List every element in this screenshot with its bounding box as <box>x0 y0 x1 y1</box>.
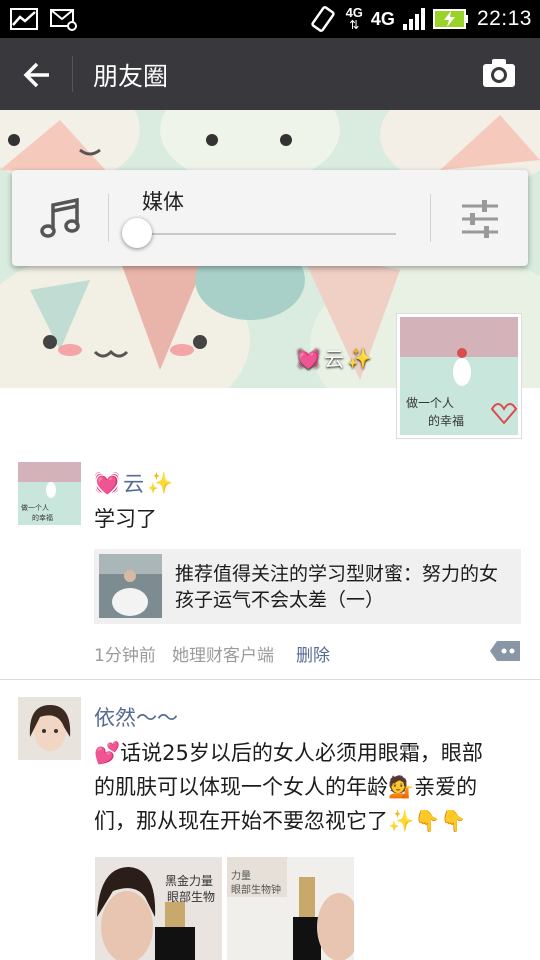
heart-icon: 💓 <box>296 345 322 370</box>
camera-icon[interactable] <box>482 58 516 88</box>
post-photo[interactable]: 黑金力量 眼部生物 <box>95 857 222 960</box>
signal-icon <box>402 8 425 30</box>
post-avatar[interactable] <box>18 697 81 760</box>
network-type-b: 4G <box>370 8 395 29</box>
star-icon: ✨ <box>347 345 372 370</box>
hearts-icon: 💕 <box>94 741 121 765</box>
avatar-text: 做一个人 <box>406 395 454 410</box>
post-text-line: 💕话说25岁以后的女人必须用眼霜，眼部 <box>94 736 524 770</box>
author-name: 云 <box>123 472 145 496</box>
post-text: 学习了 <box>94 507 157 531</box>
post-text-segment: 话说25岁以后的女人必须用眼霜，眼部 <box>120 741 483 765</box>
post-author[interactable]: 💓 云 ✨ <box>94 468 173 498</box>
avatar-photo <box>18 697 81 760</box>
owner-name-text: 云 <box>324 347 345 371</box>
photo-caption: 黑金力量 <box>165 873 213 888</box>
post-text-segment: 的肌肤可以体现一个女人的年龄 <box>94 775 388 799</box>
volume-panel-divider <box>430 194 431 242</box>
post-time: 1分钟前 <box>94 646 156 666</box>
svg-text:眼部生物钟: 眼部生物钟 <box>231 883 281 896</box>
svg-text:的幸福: 的幸福 <box>32 513 53 522</box>
action-bar: 朋友圈 <box>0 38 540 110</box>
avatar-artwork: 做一个人 的幸福 <box>400 317 518 435</box>
woman-emoji-icon: 💁 <box>388 775 415 799</box>
comment-icon[interactable] <box>489 640 522 662</box>
post-photo[interactable]: 力量 眼部生物钟 <box>227 857 354 960</box>
volume-panel-divider <box>108 194 109 242</box>
pointing-down-icon: 👇👇 <box>414 809 467 833</box>
post-text: 💕话说25岁以后的女人必须用眼霜，眼部 的肌肤可以体现一个女人的年龄💁亲爱的 们… <box>94 736 524 838</box>
data-arrows-icon: ⇅ <box>349 18 360 32</box>
battery-charging-icon <box>432 9 468 29</box>
page-title: 朋友圈 <box>93 62 169 91</box>
sparkles-icon: ✨ <box>388 809 415 833</box>
link-title: 推荐值得关注的学习型财蜜：努力的女孩子运气不会太差（一） <box>175 563 499 611</box>
volume-panel <box>12 170 528 266</box>
post-author[interactable]: 依然～～ <box>94 702 178 732</box>
star-icon: ✨ <box>147 470 174 495</box>
volume-slider-thumb[interactable] <box>122 218 152 248</box>
link-thumbnail <box>99 554 162 618</box>
post-text-line: 们，那从现在开始不要忽视它了✨👇👇 <box>94 804 524 838</box>
equalizer-settings-icon[interactable] <box>460 198 500 240</box>
cover-owner-name[interactable]: 💓 云 ✨ <box>296 343 372 372</box>
avatar-artwork: 做一个人 的幸福 <box>18 462 81 525</box>
svg-text:眼部生物: 眼部生物 <box>167 889 215 904</box>
svg-text:的幸福: 的幸福 <box>428 413 464 428</box>
photo-caption: 力量 <box>231 869 251 882</box>
delete-link[interactable]: 删除 <box>296 641 330 666</box>
post-divider <box>0 679 540 680</box>
music-note-icon <box>40 197 80 238</box>
post-avatar[interactable]: 做一个人 的幸福 <box>18 462 81 525</box>
rotate-icon <box>310 6 335 32</box>
heart-icon: 💓 <box>94 470 121 495</box>
svg-text:做一个人: 做一个人 <box>21 503 49 512</box>
trend-chart-icon <box>10 8 38 30</box>
owner-avatar[interactable]: 做一个人 的幸福 <box>396 313 522 439</box>
post-text-segment: 亲爱的 <box>414 775 478 799</box>
post-text-segment: 们，那从现在开始不要忽视它了 <box>94 809 388 833</box>
volume-slider-track[interactable] <box>138 233 396 235</box>
volume-stream-label: 媒体 <box>142 190 184 214</box>
message-icon <box>50 9 77 31</box>
post-text-line: 的肌肤可以体现一个女人的年龄💁亲爱的 <box>94 770 524 804</box>
status-bar: 4G ⇅ 4G 22:13 <box>0 0 540 38</box>
clock: 22:13 <box>476 7 532 30</box>
post-source[interactable]: 她理财客户端 <box>172 641 274 666</box>
back-arrow-icon[interactable] <box>22 60 52 90</box>
action-bar-divider <box>72 56 73 92</box>
shared-link-card[interactable]: 推荐值得关注的学习型财蜜：努力的女孩子运气不会太差（一） <box>94 549 521 624</box>
